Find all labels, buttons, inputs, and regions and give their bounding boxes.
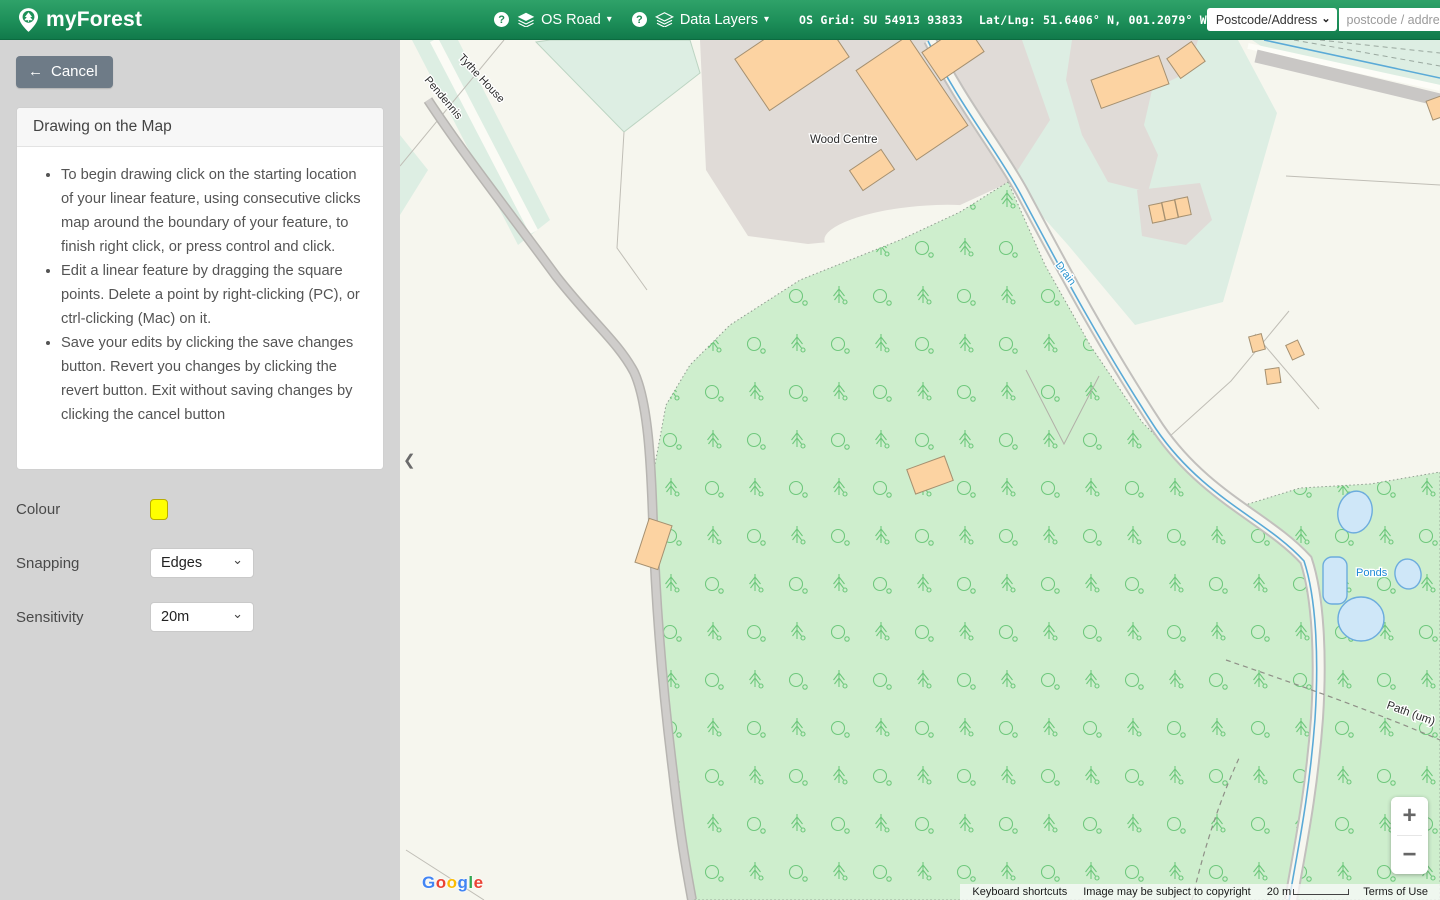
zoom-in-button[interactable]: + <box>1391 797 1428 835</box>
scale-label: 20 m <box>1259 886 1291 898</box>
terms-of-use-link[interactable]: Terms of Use <box>1355 886 1436 898</box>
data-layers-menu-label: Data Layers <box>680 12 758 28</box>
google-logo[interactable]: Google <box>422 873 484 893</box>
copyright-notice: Image may be subject to copyright <box>1075 886 1259 898</box>
app-logo[interactable]: myForest <box>18 7 142 33</box>
map-area: Tythe House Pendennis Wood Centre Drain … <box>400 40 1440 900</box>
sensitivity-value: 20m <box>161 609 189 625</box>
zoom-out-button[interactable]: − <box>1391 836 1428 874</box>
chevron-down-icon: ⌄ <box>1321 14 1330 25</box>
sidebar: ← Cancel Drawing on the Map To begin dra… <box>0 40 400 900</box>
back-arrow-icon: ← <box>28 63 43 80</box>
colour-label: Colour <box>16 501 150 518</box>
keyboard-shortcuts-link[interactable]: Keyboard shortcuts <box>964 886 1075 898</box>
basemap-menu[interactable]: OS Road ▾ <box>517 12 612 28</box>
cancel-button[interactable]: ← Cancel <box>16 56 113 88</box>
sidebar-collapse-chevron-icon[interactable]: ❮ <box>401 447 418 473</box>
map-zoom-control: + − <box>1391 797 1428 874</box>
map-pin-tree-icon <box>18 7 39 33</box>
map-label-ponds: Ponds <box>1356 567 1388 579</box>
os-grid-readout: OS Grid: SU 54913 93833 <box>799 13 963 27</box>
instruction-item: Save your edits by clicking the save cha… <box>61 331 369 427</box>
sensitivity-select[interactable]: 20m ⌄ <box>150 602 254 632</box>
instruction-item: Edit a linear feature by dragging the sq… <box>61 259 369 331</box>
cancel-button-label: Cancel <box>51 63 98 80</box>
basemap-help-icon[interactable]: ? <box>494 12 509 27</box>
snapping-select[interactable]: Edges ⌄ <box>150 548 254 578</box>
sensitivity-label: Sensitivity <box>16 609 150 626</box>
chevron-down-icon: ▾ <box>764 15 769 25</box>
colour-swatch[interactable] <box>150 499 168 520</box>
chevron-down-icon: ⌄ <box>232 552 243 568</box>
instruction-item: To begin drawing click on the starting l… <box>61 163 369 259</box>
layers-help-icon[interactable]: ? <box>632 12 647 27</box>
layers-outline-icon <box>655 12 674 27</box>
search-type-select[interactable]: Postcode/Address ⌄ <box>1207 8 1337 31</box>
chevron-down-icon: ⌄ <box>232 606 243 622</box>
app-name: myForest <box>46 8 142 32</box>
instructions-panel-title: Drawing on the Map <box>17 108 383 147</box>
basemap-menu-label: OS Road <box>541 12 601 28</box>
snapping-value: Edges <box>161 555 202 571</box>
chevron-down-icon: ▾ <box>607 15 612 25</box>
snapping-label: Snapping <box>16 555 150 572</box>
data-layers-menu[interactable]: Data Layers ▾ <box>655 12 769 28</box>
app-header: myForest ? OS Road ▾ ? Data Layers ▾ OS … <box>0 0 1440 40</box>
layers-icon <box>517 12 535 27</box>
map-label-wood-centre: Wood Centre <box>810 134 878 146</box>
search-input[interactable] <box>1339 8 1440 31</box>
map-attribution-bar: Keyboard shortcuts Image may be subject … <box>960 884 1440 900</box>
instructions-panel: Drawing on the Map To begin drawing clic… <box>16 107 384 470</box>
scale-bar <box>1293 889 1349 895</box>
search-type-value: Postcode/Address <box>1216 13 1317 27</box>
map-canvas[interactable]: Tythe House Pendennis Wood Centre Drain … <box>400 40 1440 900</box>
latlng-readout: Lat/Lng: 51.6406° N, 001.2079° W <box>979 13 1207 27</box>
instructions-list: To begin drawing click on the starting l… <box>31 163 369 427</box>
